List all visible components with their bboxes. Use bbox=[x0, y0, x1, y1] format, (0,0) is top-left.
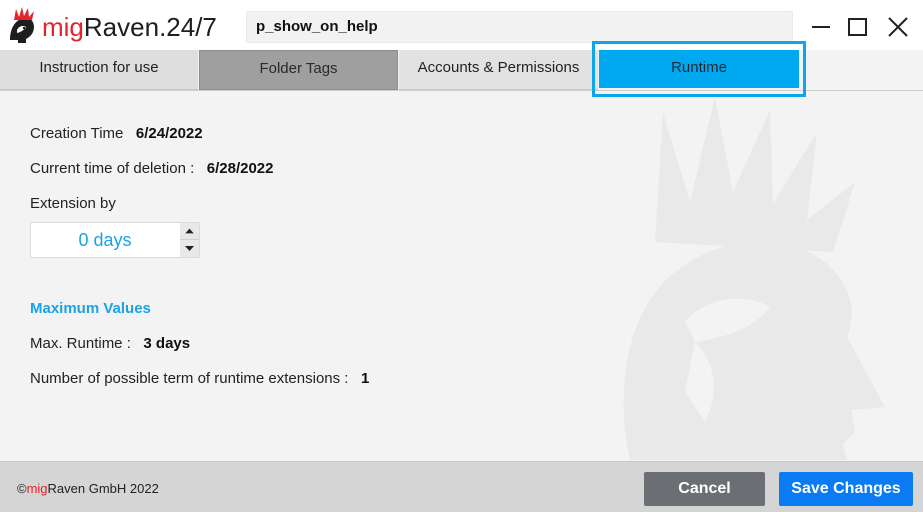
chevron-up-icon[interactable] bbox=[180, 223, 199, 240]
tab-bar: Instruction for use Folder Tags Accounts… bbox=[0, 50, 923, 140]
deletion-time-label: Current time of deletion : bbox=[30, 160, 195, 177]
deletion-time-value: 6/28/2022 bbox=[206, 160, 274, 177]
creation-time-row: Creation Time 6/24/2022 bbox=[30, 125, 203, 142]
max-runtime-label: Max. Runtime : bbox=[30, 335, 131, 352]
copyright-brand-prefix: mig bbox=[26, 481, 48, 496]
tab-folder-tags[interactable]: Folder Tags bbox=[199, 50, 398, 90]
creation-time-value: 6/24/2022 bbox=[135, 125, 203, 142]
app-brand: migRaven.24/7 bbox=[42, 12, 217, 42]
migraven-logo-icon bbox=[10, 7, 34, 43]
brand-prefix: mig bbox=[42, 12, 84, 42]
extension-days-stepper[interactable]: 0 days bbox=[30, 222, 200, 258]
extension-label: Extension by bbox=[30, 195, 116, 212]
title-bar: migRaven.24/7 p_show_on_help bbox=[0, 0, 923, 50]
tab-divider bbox=[0, 90, 923, 91]
possible-extensions-row: Number of possible term of runtime exten… bbox=[30, 370, 369, 387]
tab-runtime[interactable]: Runtime bbox=[599, 50, 799, 88]
possible-extensions-label: Number of possible term of runtime exten… bbox=[30, 370, 349, 387]
max-runtime-value: 3 days bbox=[143, 335, 191, 352]
copyright-company: Raven GmbH 2022 bbox=[47, 481, 159, 496]
possible-extensions-value: 1 bbox=[361, 370, 370, 387]
tab-accounts-permissions[interactable]: Accounts & Permissions bbox=[399, 50, 598, 90]
maximum-values-heading: Maximum Values bbox=[30, 300, 151, 317]
maximize-icon[interactable] bbox=[845, 14, 871, 40]
max-runtime-row: Max. Runtime : 3 days bbox=[30, 335, 190, 352]
tab-instruction-for-use[interactable]: Instruction for use bbox=[0, 50, 198, 90]
tab-bar-filler bbox=[806, 100, 923, 140]
extension-days-value[interactable]: 0 days bbox=[31, 223, 179, 257]
window-title-field: p_show_on_help bbox=[246, 11, 793, 43]
brand-name: Raven.24/7 bbox=[83, 12, 217, 42]
deletion-time-row: Current time of deletion : 6/28/2022 bbox=[30, 160, 274, 177]
chevron-down-icon[interactable] bbox=[180, 240, 199, 257]
footer-bar: ©migRaven GmbH 2022 Cancel Save Changes bbox=[0, 461, 923, 512]
cancel-button[interactable]: Cancel bbox=[644, 472, 765, 506]
copyright-text: ©migRaven GmbH 2022 bbox=[17, 481, 159, 496]
save-changes-button[interactable]: Save Changes bbox=[779, 472, 913, 506]
creation-time-label: Creation Time bbox=[30, 125, 124, 142]
raven-watermark-icon bbox=[623, 97, 885, 460]
copyright-symbol: © bbox=[17, 481, 27, 496]
minimize-icon[interactable] bbox=[808, 14, 834, 40]
close-icon[interactable] bbox=[885, 14, 911, 40]
